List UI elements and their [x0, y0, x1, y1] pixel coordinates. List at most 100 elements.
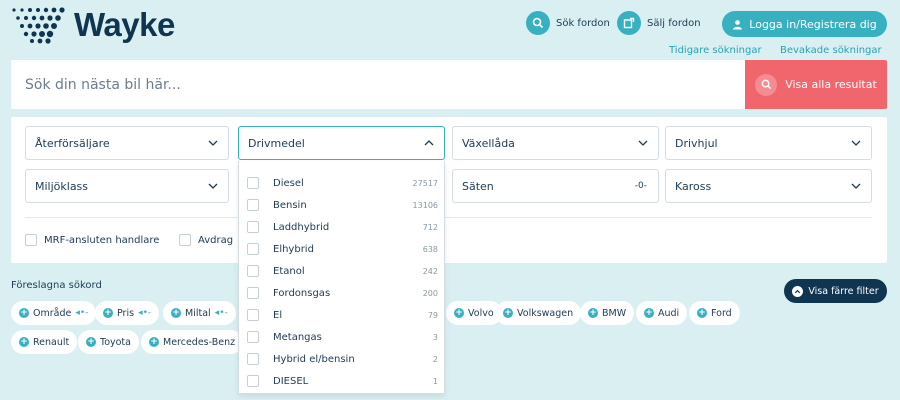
checkbox-icon[interactable] — [247, 331, 259, 343]
fuel-option-count: 79 — [427, 310, 438, 320]
wayke-logo[interactable]: Wayke — [10, 6, 175, 44]
chip-label: Miltal — [185, 307, 211, 319]
search-icon — [755, 73, 778, 96]
env-class-label: Miljöklass — [35, 179, 89, 193]
fuel-option-label: DIESEL — [273, 375, 309, 387]
previous-searches-link[interactable]: Tidigare sökningar — [669, 45, 762, 56]
dealer-select[interactable]: Återförsäljare — [25, 126, 229, 160]
fuel-option-label: El — [273, 309, 283, 321]
chip-toyota[interactable]: + Toyota — [78, 330, 139, 354]
chip-area[interactable]: + Område ◂•- — [11, 301, 97, 325]
fuel-option[interactable]: Hybrid el/bensin 2 — [239, 348, 446, 370]
env-class-select[interactable]: Miljöklass — [25, 169, 229, 203]
checkbox-icon[interactable] — [179, 234, 191, 246]
fuel-option[interactable]: Laddhybrid 712 — [239, 216, 446, 238]
fuel-option-count: 242 — [422, 266, 438, 276]
search-cars-link[interactable]: Sök fordon — [526, 11, 610, 35]
fuel-option-label: Diesel — [273, 177, 304, 189]
checkbox-icon[interactable] — [247, 353, 259, 365]
fuel-option-label: Etanol — [273, 265, 305, 277]
gearbox-label: Växellåda — [462, 136, 515, 150]
seats-label: Säten — [462, 179, 494, 193]
chip-volvo[interactable]: + Volvo — [446, 301, 502, 325]
plus-icon: + — [588, 308, 598, 318]
chip-renault[interactable]: + Renault — [11, 330, 78, 354]
chip-price[interactable]: + Pris ◂•- — [95, 301, 160, 325]
checkbox-icon[interactable] — [247, 199, 259, 211]
chip-bmw[interactable]: + BMW — [580, 301, 635, 325]
chip-mercedes-benz[interactable]: + Mercedes-Benz — [141, 330, 244, 354]
fuel-option-count: 200 — [422, 288, 438, 298]
checkbox-icon[interactable] — [247, 177, 259, 189]
search-input[interactable] — [11, 60, 733, 109]
fewer-filters-label: Visa färre filter — [808, 285, 879, 297]
chip-label: Mercedes-Benz — [163, 336, 236, 348]
chevron-down-icon — [851, 183, 861, 189]
fuel-option[interactable]: Fordonsgas 200 — [239, 282, 446, 304]
fuel-option[interactable]: Bensin 13106 — [239, 194, 446, 216]
search-icon — [526, 11, 550, 35]
chip-label: Volvo — [468, 307, 494, 319]
sell-icon — [617, 11, 641, 35]
checkbox-icon[interactable] — [247, 375, 259, 387]
fuel-label: Drivmedel — [248, 136, 305, 150]
logo-text: Wayke — [74, 6, 175, 43]
search-cars-label: Sök fordon — [556, 17, 610, 29]
plus-icon: + — [19, 337, 29, 347]
fuel-option-count: 1 — [432, 376, 438, 386]
chip-label: Volkswagen — [517, 307, 574, 319]
fuel-option[interactable]: DIESEL 1 — [239, 370, 446, 392]
checkbox-icon[interactable] — [247, 243, 259, 255]
plus-icon: + — [644, 308, 654, 318]
mrf-dealer-label: MRF-ansluten handlare — [44, 234, 160, 246]
chip-volkswagen[interactable]: + Volkswagen — [495, 301, 582, 325]
saved-searches-link[interactable]: Bevakade sökningar — [780, 45, 882, 56]
fuel-option[interactable]: Metangas 3 — [239, 326, 446, 348]
fuel-option-label: Hybrid el/bensin — [273, 353, 355, 365]
fuel-option-label: Laddhybrid — [273, 221, 330, 233]
checkbox-icon[interactable] — [25, 234, 37, 246]
dealer-label: Återförsäljare — [35, 136, 110, 150]
deductible-checkbox[interactable]: Avdrag — [179, 234, 233, 246]
fuel-option-count: 712 — [422, 222, 438, 232]
fuel-select[interactable]: Drivmedel — [238, 126, 445, 160]
chip-ford[interactable]: + Ford — [689, 301, 740, 325]
checkbox-icon[interactable] — [247, 309, 259, 321]
plus-icon: + — [86, 337, 96, 347]
fuel-option[interactable]: Etanol 242 — [239, 260, 446, 282]
range-icon: ◂•- — [214, 308, 228, 318]
gearbox-select[interactable]: Växellåda — [452, 126, 659, 160]
plus-icon: + — [19, 308, 29, 318]
mrf-dealer-checkbox[interactable]: MRF-ansluten handlare — [25, 234, 159, 246]
drive-select[interactable]: Drivhjul — [665, 126, 872, 160]
chip-audi[interactable]: + Audi — [636, 301, 688, 325]
fuel-option[interactable]: El 79 — [239, 304, 446, 326]
body-label: Kaross — [675, 179, 712, 193]
seats-select[interactable]: Säten -0- — [452, 169, 659, 203]
show-all-results-button[interactable]: Visa alla resultat — [745, 60, 887, 109]
fuel-option-count: 3 — [432, 332, 438, 342]
checkbox-icon[interactable] — [247, 265, 259, 277]
chip-mileage[interactable]: + Miltal ◂•- — [163, 301, 236, 325]
chevron-down-icon — [638, 140, 648, 146]
seats-slider-icon: -0- — [634, 181, 647, 191]
fuel-option[interactable]: Elhybrid 638 — [239, 238, 446, 260]
login-label: Logga in/Registrera dig — [749, 17, 877, 31]
deductible-label: Avdrag — [198, 234, 234, 246]
chip-label: Audi — [658, 307, 680, 319]
plus-icon: + — [149, 337, 159, 347]
checkbox-icon[interactable] — [247, 221, 259, 233]
sell-car-link[interactable]: Sälj fordon — [617, 11, 701, 35]
fuel-option-label: Bensin — [273, 199, 307, 211]
login-button[interactable]: Logga in/Registrera dig — [722, 11, 887, 37]
chip-label: Toyota — [100, 336, 131, 348]
fuel-option[interactable]: Diesel 27517 — [239, 172, 446, 194]
body-select[interactable]: Kaross — [665, 169, 872, 203]
chevron-down-icon — [208, 183, 218, 189]
fuel-option-label: Elhybrid — [273, 243, 314, 255]
filter-panel: Återförsäljare Drivmedel Växellåda Drivh… — [11, 117, 887, 263]
plus-icon: + — [503, 308, 513, 318]
fewer-filters-button[interactable]: Visa färre filter — [784, 279, 887, 303]
checkbox-icon[interactable] — [247, 287, 259, 299]
filter-divider — [25, 217, 872, 218]
